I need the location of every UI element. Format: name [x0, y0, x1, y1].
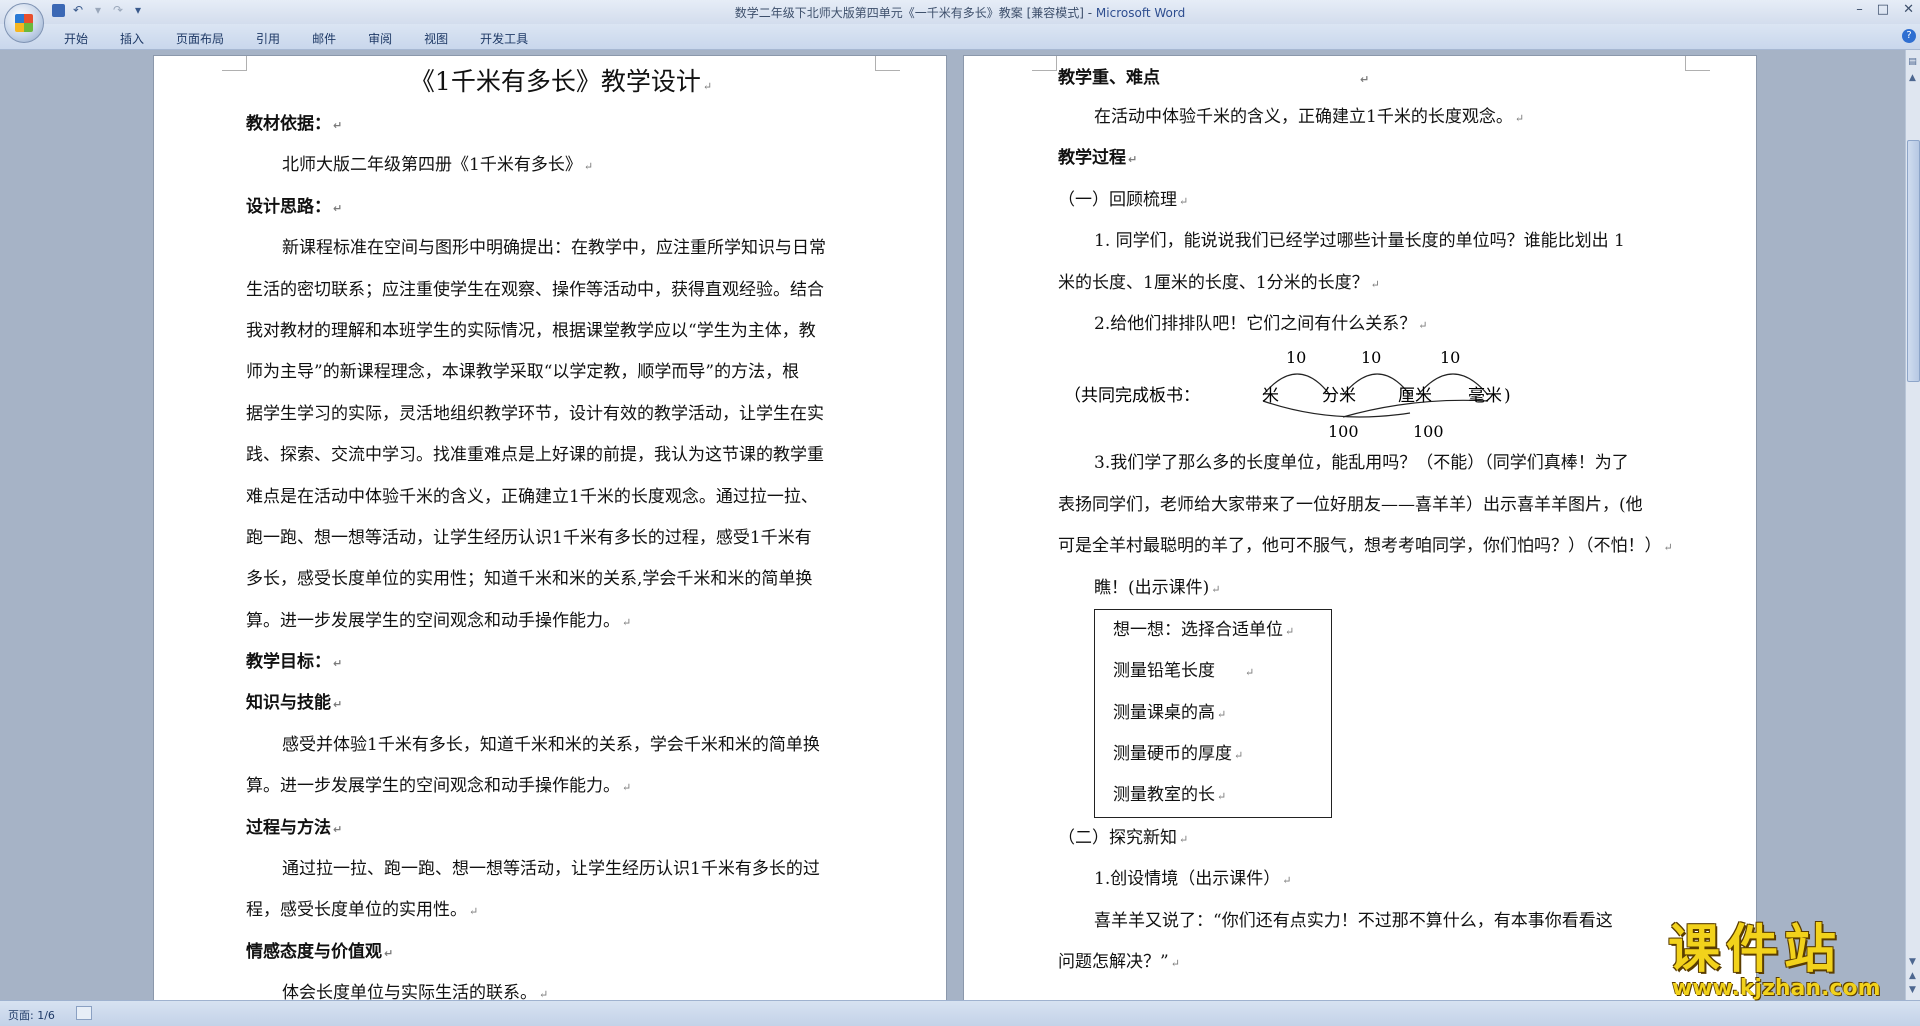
unit-label: 米 — [1262, 386, 1279, 406]
app-name: Microsoft Word — [1095, 6, 1186, 20]
vertical-scrollbar[interactable]: ▤ ▲ ▼ ▲ ▼ — [1905, 50, 1920, 1000]
office-logo-icon — [15, 14, 33, 32]
margin-mark — [875, 56, 900, 71]
paragraph-line: 3.我们学了那么多的长度单位，能乱用吗？（不能）（同学们真棒！为了 — [1094, 453, 1629, 474]
paragraph-line: 践、探索、交流中学习。找准重难点是上好课的前提，我认为这节课的教学重 — [246, 445, 824, 466]
subsection-heading: （二）探究新知 ↵ — [1058, 827, 1189, 848]
tab-view[interactable]: 视图 — [408, 30, 464, 47]
office-button[interactable] — [4, 3, 44, 43]
next-page-icon[interactable]: ▼ — [1907, 984, 1918, 996]
margin-mark — [1032, 56, 1057, 71]
paragraph-line: 多长，感受长度单位的实用性；知道千米和米的关系,学会千米和米的简单换 — [246, 569, 813, 590]
subsection-heading: （一）回顾梳理 ↵ — [1058, 189, 1189, 210]
tab-page-layout[interactable]: 页面布局 — [160, 30, 240, 47]
ribbon-tabs-bar: 开始 插入 页面布局 引用 邮件 审阅 视图 开发工具 ? — [0, 24, 1920, 50]
paragraph-line: 算。进一步发展学生的空间观念和动手操作能力。 ↵ — [246, 610, 632, 631]
paragraph-line: 喜羊羊又说了：“你们还有点实力！不过那不算什么，有本事你看看这 — [1094, 910, 1613, 931]
paragraph-line: 米的长度、1厘米的长度、1分米的长度？ ↵ — [1058, 272, 1380, 293]
unit-label: 厘米 — [1398, 386, 1432, 406]
unit-label: 分米 — [1322, 386, 1356, 406]
help-icon[interactable]: ? — [1902, 29, 1916, 43]
paragraph-line: 新课程标准在空间与图形中明确提出：在教学中，应注重所学知识与日常 — [282, 238, 826, 259]
page-1[interactable]: 《1千米有多长》教学设计 ↵ 教材依据： ↵ 北师大版二年级第四册《1千米有多长》 ↵… — [154, 56, 946, 1000]
rate-label: 100 — [1413, 422, 1444, 441]
paragraph-line: 我对教材的理解和本班学生的实际情况，根据课堂教学应以“学生为主体，教 — [246, 320, 816, 341]
scroll-down-icon[interactable]: ▼ — [1907, 956, 1918, 968]
tab-insert[interactable]: 插入 — [104, 30, 160, 47]
window-controls: – □ ✕ — [1856, 2, 1914, 17]
paragraph-line: 师为主导”的新课程理念，本课教学采取“以学定教，顺学而导”的方法，根 — [246, 362, 800, 383]
box-item: 测量教室的长 ↵ — [1113, 785, 1227, 806]
title-bar: ↶ ▾ ↷ ▾ 数学二年级下北师大版第四单元《一千米有多长》教案 [兼容模式] … — [0, 0, 1920, 24]
paragraph-line: 感受并体验1千米有多长，知道千米和米的关系，学会千米和米的简单换 — [282, 734, 820, 755]
paragraph: 1.创设情境（出示课件） ↵ — [1094, 869, 1292, 890]
window-title: 数学二年级下北师大版第四单元《一千米有多长》教案 [兼容模式] - Micros… — [0, 4, 1920, 21]
maximize-button[interactable]: □ — [1877, 2, 1889, 17]
box-item: 测量铅笔长度 ↵ — [1113, 661, 1255, 682]
box-item: 想一想：选择合适单位 ↵ — [1113, 619, 1295, 640]
box-item: 测量硬币的厚度 ↵ — [1113, 744, 1244, 765]
section-heading: 情感态度与价值观 ↵ — [246, 941, 394, 962]
paragraph: 北师大版二年级第四册《1千米有多长》 ↵ — [282, 155, 594, 176]
paragraph-line: 难点是在活动中体验千米的含义，正确建立1千米的长度观念。通过拉一拉、 — [246, 486, 818, 507]
choice-box: 想一想：选择合适单位 ↵ 测量铅笔长度 ↵ 测量课桌的高 ↵ 测量硬币的厚度 ↵ 测量教… — [1094, 608, 1332, 818]
scroll-thumb[interactable] — [1907, 140, 1920, 382]
section-heading: 过程与方法 ↵ — [246, 817, 343, 838]
section-heading: 教学过程 ↵ — [1058, 148, 1138, 169]
document-heading: 《1千米有多长》教学设计 ↵ — [409, 67, 713, 96]
diagram-suffix: ) — [1504, 386, 1511, 406]
page-content[interactable]: 教学重、难点 ↵ 在活动中体验千米的含义，正确建立1千米的长度观念。 ↵ 教学过程 ↵… — [1058, 60, 1696, 983]
close-button[interactable]: ✕ — [1903, 2, 1914, 17]
unit-diagram-svg: （共同完成板书： 米 分米 厘米 毫米 ) 10 10 10 100 100 — [1064, 348, 1511, 441]
paragraph-line: 1. 同学们，能说说我们已经学过哪些计量长度的单位吗？谁能比划出 1 — [1094, 231, 1625, 252]
rate-label: 10 — [1361, 348, 1381, 367]
unit-label: 毫米 — [1468, 386, 1502, 406]
diagram-prefix: （共同完成板书： — [1064, 386, 1200, 406]
proofing-icon[interactable] — [76, 1006, 92, 1020]
minimize-button[interactable]: – — [1856, 2, 1863, 17]
paragraph-line: 瞧！(出示课件) ↵ — [1094, 577, 1221, 598]
watermark-url: www.kjzhan.com — [1672, 976, 1881, 1001]
paragraph-line: 据学生学习的实际，灵活地组织教学环节，设计有效的教学活动，让学生在实 — [246, 403, 824, 424]
rate-label: 100 — [1328, 422, 1359, 441]
tab-references[interactable]: 引用 — [240, 30, 296, 47]
paragraph-line: 问题怎解决？” ↵ — [1058, 952, 1180, 973]
page-2[interactable]: 教学重、难点 ↵ 在活动中体验千米的含义，正确建立1千米的长度观念。 ↵ 教学过程 ↵… — [964, 56, 1756, 1000]
watermark-title: 课件站 — [1668, 919, 1843, 980]
tab-mailings[interactable]: 邮件 — [296, 30, 352, 47]
paragraph: 在活动中体验千米的含义，正确建立1千米的长度观念。 ↵ — [1094, 107, 1525, 127]
status-bar: 页面: 1/6 — [0, 1000, 1920, 1026]
paragraph-line: 可是全羊村最聪明的羊了，他可不服气，想考考咱同学，你们怕吗？）（不怕！） ↵ — [1058, 536, 1673, 557]
section-heading: 设计思路： ↵ — [246, 196, 343, 217]
paragraph-line: 程，感受长度单位的实用性。 ↵ — [246, 900, 479, 921]
paragraph-line: 表扬同学们，老师给大家带来了一位好朋友——喜羊羊）出示喜羊羊图片，(他 — [1058, 494, 1643, 515]
section-heading: 教学目标： ↵ — [246, 652, 343, 673]
section-heading: 知识与技能 ↵ — [246, 693, 343, 714]
watermark-logo: 课件站 www.kjzhan.com — [1668, 922, 1900, 1002]
section-heading: 教材依据： ↵ — [246, 114, 343, 134]
document-area[interactable]: 《1千米有多长》教学设计 ↵ 教材依据： ↵ 北师大版二年级第四册《1千米有多长》 ↵… — [0, 50, 1906, 1000]
unit-relationship-diagram: （共同完成板书： 米 分米 厘米 毫米 ) 10 10 10 100 100 — [1058, 345, 1696, 443]
tab-developer[interactable]: 开发工具 — [464, 30, 544, 47]
paragraph: 体会长度单位与实际生活的联系。 ↵ — [282, 983, 549, 1000]
paragraph-line: 算。进一步发展学生的空间观念和动手操作能力。 ↵ — [246, 776, 632, 797]
paragraph-line: 生活的密切联系；应注重使学生在观察、操作等活动中，获得直观经验。结合 — [246, 279, 824, 300]
paragraph-line: 2.给他们排排队吧！它们之间有什么关系？ ↵ — [1094, 313, 1428, 334]
rate-label: 10 — [1440, 348, 1460, 367]
page-indicator[interactable]: 页面: 1/6 — [8, 1007, 55, 1023]
page-content[interactable]: 《1千米有多长》教学设计 ↵ 教材依据： ↵ 北师大版二年级第四册《1千米有多长》 ↵… — [246, 60, 876, 1000]
document-title: 数学二年级下北师大版第四单元《一千米有多长》教案 [兼容模式] - — [734, 6, 1096, 20]
tab-review[interactable]: 审阅 — [352, 30, 408, 47]
section-heading: 教学重、难点 ↵ — [1058, 68, 1370, 88]
paragraph-line: 跑一跑、想一想等活动，让学生经历认识1千米有多长的过程，感受1千米有 — [246, 527, 812, 548]
margin-mark — [222, 56, 247, 71]
ruler-toggle-icon[interactable]: ▤ — [1907, 56, 1918, 68]
previous-page-icon[interactable]: ▲ — [1907, 970, 1918, 982]
rate-label: 10 — [1286, 348, 1306, 367]
paragraph-line: 通过拉一拉、跑一跑、想一想等活动，让学生经历认识1千米有多长的过 — [282, 859, 820, 880]
scroll-up-icon[interactable]: ▲ — [1907, 72, 1918, 84]
tab-home[interactable]: 开始 — [48, 30, 104, 47]
box-item: 测量课桌的高 ↵ — [1113, 702, 1227, 723]
